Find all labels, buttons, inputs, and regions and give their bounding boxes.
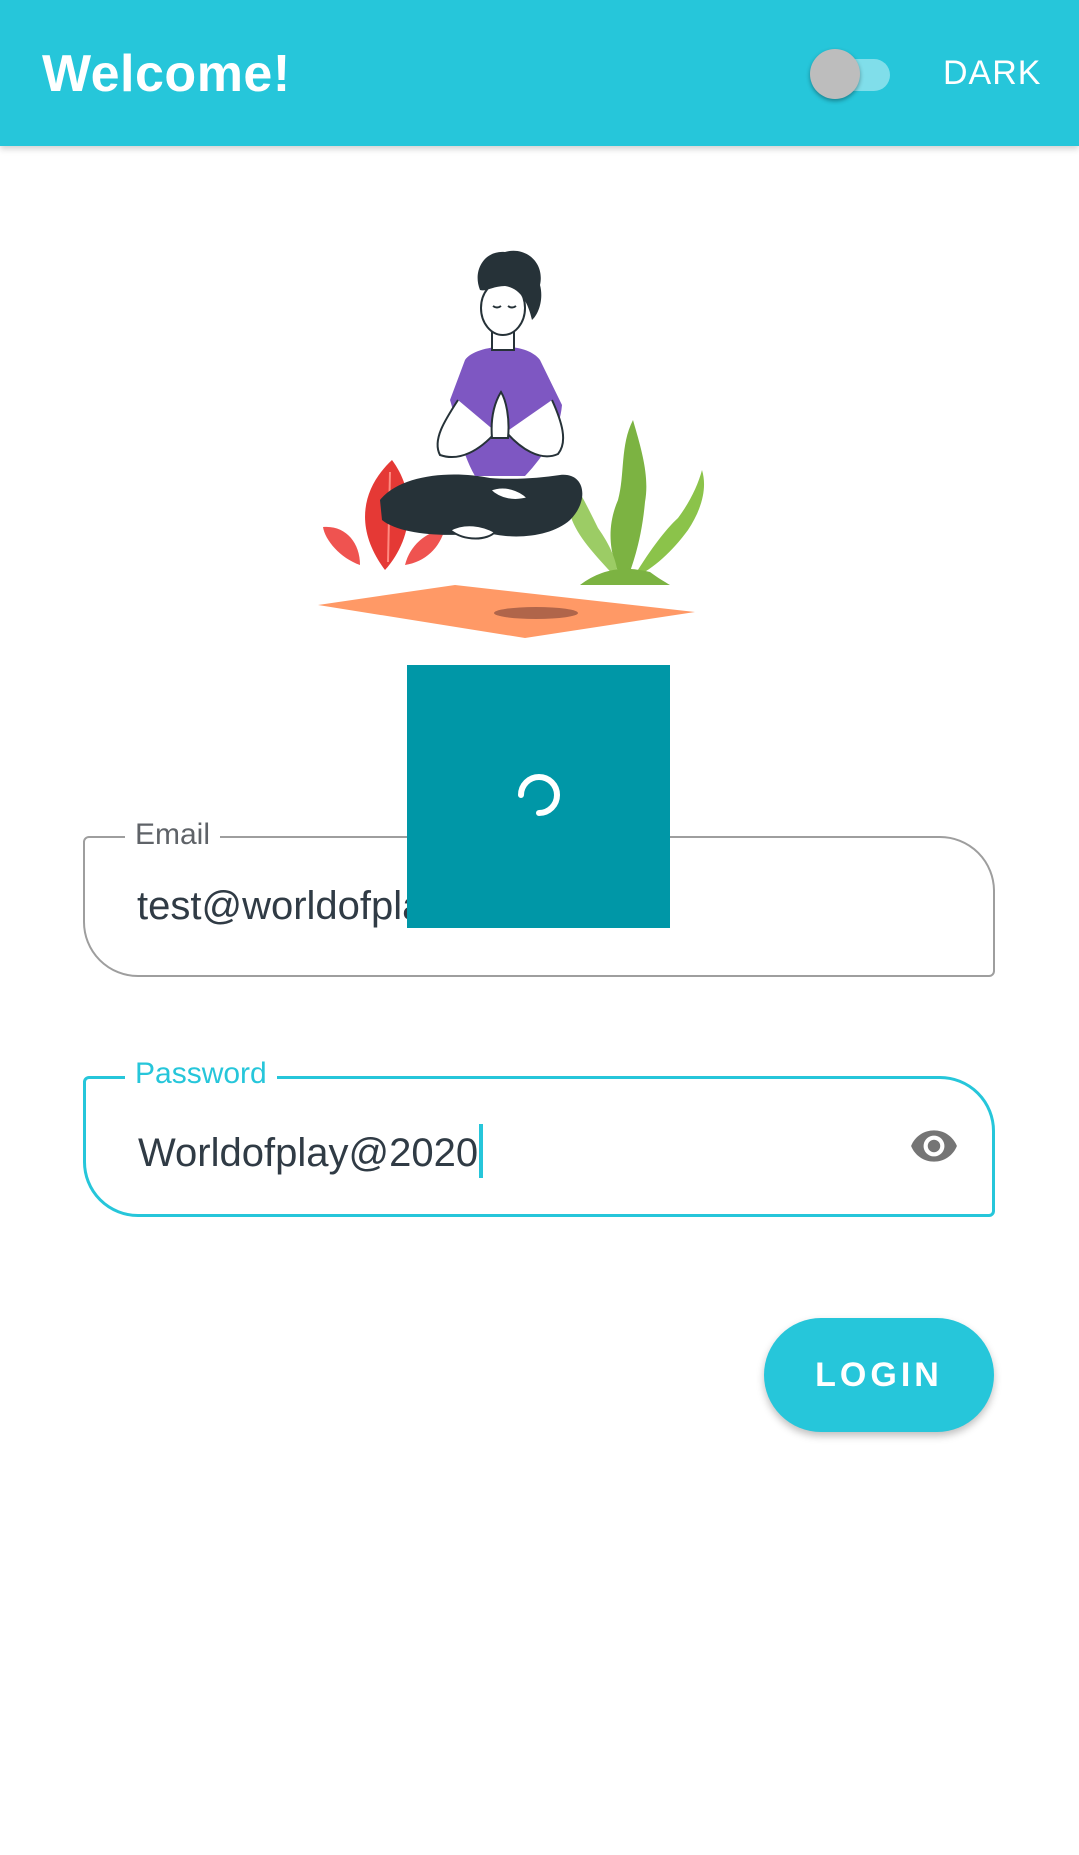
password-value: Worldofplay@2020 <box>138 1131 479 1175</box>
green-plant-icon <box>569 420 705 585</box>
password-input[interactable]: Worldofplay@2020 <box>138 1124 484 1178</box>
password-label: Password <box>125 1057 277 1091</box>
login-button[interactable]: LOGIN <box>764 1318 994 1432</box>
loading-overlay <box>407 665 670 928</box>
password-field[interactable]: Password Worldofplay@2020 <box>83 1057 995 1217</box>
dark-mode-toggle[interactable] <box>810 46 892 99</box>
person-figure <box>380 250 583 540</box>
eye-icon[interactable] <box>904 1121 964 1171</box>
app-bar: Welcome! DARK <box>0 0 1079 146</box>
text-cursor <box>479 1124 484 1178</box>
meditation-illustration <box>318 250 705 638</box>
email-label: Email <box>125 818 221 852</box>
page-title: Welcome! <box>42 45 291 103</box>
dark-mode-label: DARK <box>943 54 1042 92</box>
toggle-thumb[interactable] <box>810 49 860 99</box>
spinner-icon <box>518 774 560 816</box>
